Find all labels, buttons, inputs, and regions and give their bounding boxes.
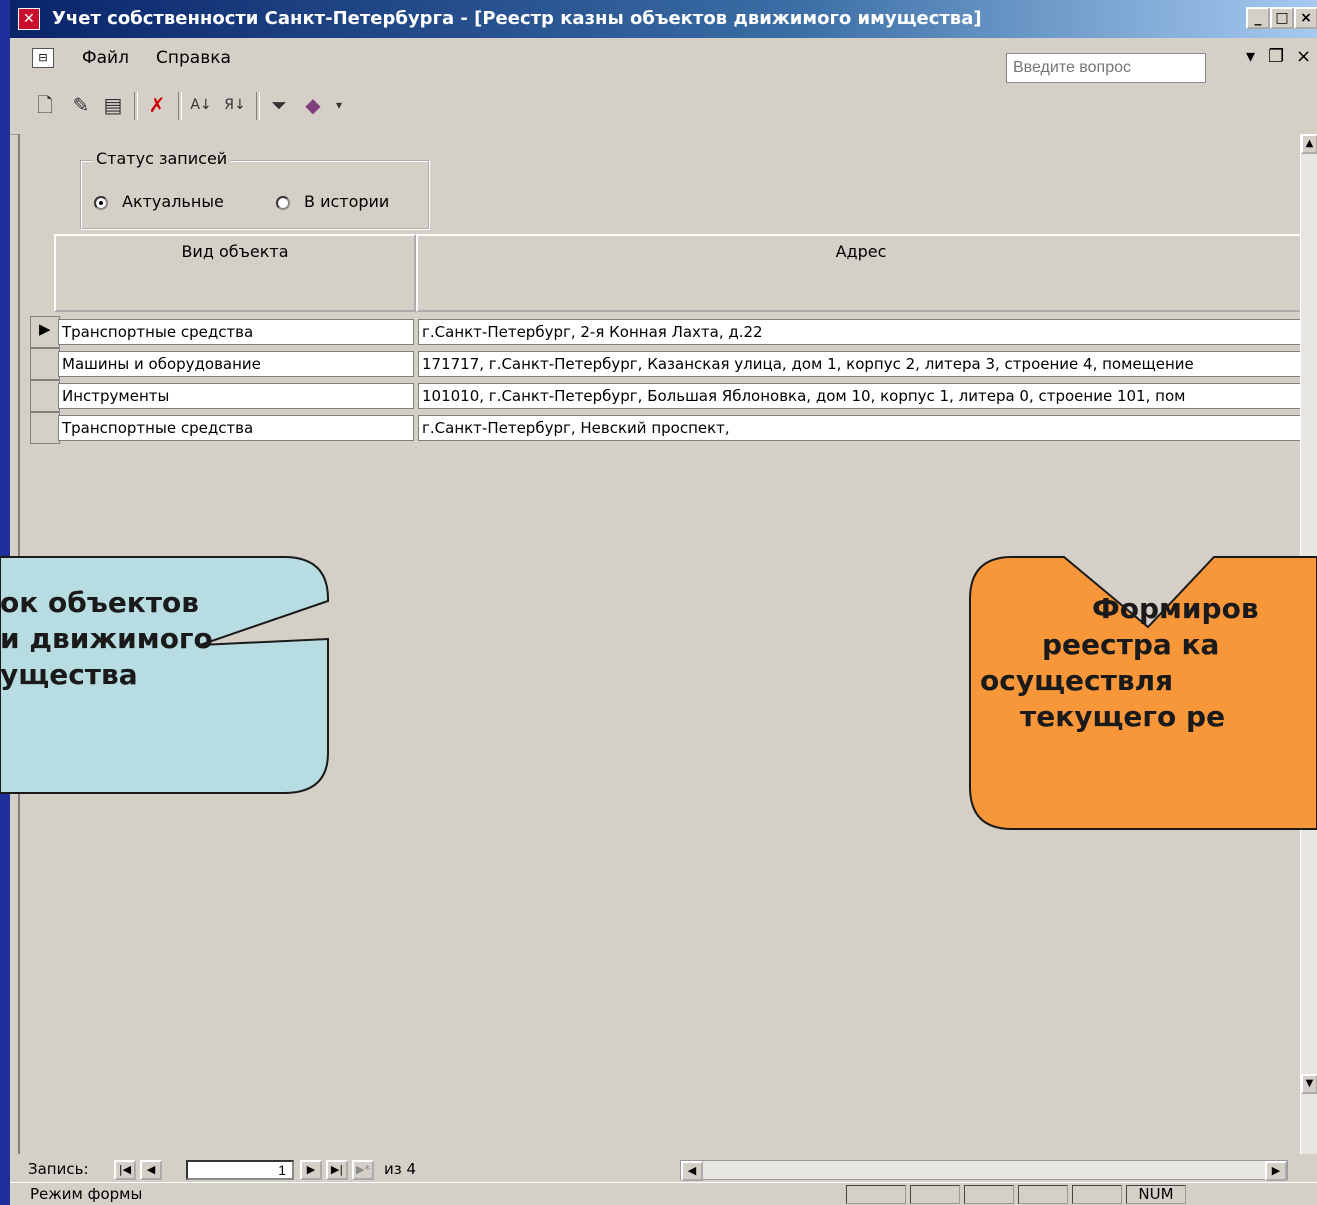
toolbar-overflow-icon[interactable]: ▾ [326,92,352,118]
record-total: из 4 [384,1160,417,1178]
menu-bar: ⊟ Файл Справка ▾ ❐ × [10,38,1317,83]
status-panel [964,1185,1014,1204]
new-record-nav-icon[interactable]: ▶* [352,1160,374,1180]
record-status-legend: Статус записей [92,149,232,168]
scroll-up-icon[interactable]: ▲ [1301,134,1317,154]
report-icon[interactable]: ◆ [300,92,326,118]
current-record-icon: ▶ [39,320,51,338]
toolbar-separator [178,92,182,120]
minimize-button[interactable]: _ [1246,7,1270,29]
num-lock-indicator: NUM [1126,1185,1186,1204]
status-panel [846,1185,906,1204]
right-callout: Формиров реестра ка осуществля текущего … [968,555,1317,831]
status-panel [1072,1185,1122,1204]
sort-asc-icon[interactable]: A↓ [188,92,214,118]
previous-record-icon[interactable]: ◀ [140,1160,162,1180]
properties-icon[interactable]: ▤ [100,92,126,118]
table-cell-kind[interactable]: Транспортные средства [58,415,414,441]
record-status-group: Статус записей Актуальные В истории [80,149,430,230]
next-record-icon[interactable]: ▶ [300,1160,322,1180]
right-callout-line-4: текущего ре [1020,700,1226,733]
last-record-icon[interactable]: ▶| [326,1160,348,1180]
restore-icon[interactable]: ❐ [1268,46,1284,67]
record-label: Запись: [28,1160,89,1178]
row-selector[interactable] [30,348,60,380]
record-number-input[interactable] [186,1160,294,1180]
radio-actual-label: Актуальные [122,192,224,211]
toolbar: 🗋 ✎ ▤ ✗ A↓ Я↓ ⏷ ◆ ▾ [10,78,1317,135]
table-cell-address[interactable]: г.Санкт-Петербург, Невский проспект, [418,415,1302,441]
title-bar: Учет собственности Санкт-Петербурга - [Р… [10,0,1317,38]
first-record-icon[interactable]: |◀ [114,1160,136,1180]
column-header-address[interactable]: Адрес [416,234,1306,312]
row-selector[interactable] [30,412,60,444]
table-cell-address[interactable]: 171717, г.Санкт-Петербург, Казанская ули… [418,351,1302,377]
radio-history-label: В истории [304,192,390,211]
scroll-right-icon[interactable]: ▶ [1265,1161,1287,1181]
table-cell-kind[interactable]: Инструменты [58,383,414,409]
menu-file[interactable]: Файл [82,48,129,68]
left-callout-line-3: ущества [0,658,138,691]
left-callout-line-2: и движимого [0,622,213,655]
right-callout-line-2: реестра ка [1042,628,1220,661]
window-title: Учет собственности Санкт-Петербурга - [Р… [52,8,982,29]
maximize-button[interactable]: □ [1270,7,1294,29]
app-icon[interactable] [18,0,40,38]
right-callout-line-3: осуществля [980,664,1174,697]
right-callout-line-1: Формиров [1092,592,1259,625]
table-cell-kind[interactable]: Транспортные средства [58,319,414,345]
filter-icon[interactable]: ⏷ [266,92,292,118]
table-cell-address[interactable]: 101010, г.Санкт-Петербург, Большая Яблон… [418,383,1302,409]
record-navigation: Запись: |◀ ◀ ▶ ▶| ▶* из 4 ◀ ▶ [10,1158,1317,1182]
menu-help[interactable]: Справка [156,48,231,68]
sort-desc-icon[interactable]: Я↓ [222,92,248,118]
delete-icon[interactable]: ✗ [144,92,170,118]
dropdown-arrow-icon[interactable]: ▾ [1246,46,1255,67]
status-panel [1018,1185,1068,1204]
status-bar: Режим формы NUM [10,1182,1317,1205]
horizontal-scrollbar[interactable]: ◀ ▶ [680,1160,1288,1181]
close-document-icon[interactable]: × [1296,46,1311,67]
scroll-left-icon[interactable]: ◀ [681,1161,703,1181]
toolbar-separator [134,92,138,120]
form-icon[interactable]: ⊟ [32,48,54,68]
radio-history[interactable]: В истории [276,192,389,211]
radio-actual[interactable]: Актуальные [94,192,224,211]
row-selector-current[interactable]: ▶ [30,316,60,348]
column-header-kind[interactable]: Вид объекта [54,234,416,312]
scroll-down-icon[interactable]: ▼ [1301,1074,1317,1094]
form-mode-text: Режим формы [30,1185,143,1203]
status-panel [910,1185,960,1204]
radio-checked-icon[interactable] [94,195,108,210]
close-button[interactable]: × [1294,7,1317,29]
radio-unchecked-icon[interactable] [276,195,290,210]
left-callout: ок объектов и движимого ущества [0,555,330,797]
left-callout-line-1: ок объектов [0,586,199,619]
table-cell-kind[interactable]: Машины и оборудование [58,351,414,377]
new-record-icon[interactable]: 🗋 [32,92,58,118]
edit-icon[interactable]: ✎ [68,92,94,118]
toolbar-separator [256,92,260,120]
table-cell-address[interactable]: г.Санкт-Петербург, 2-я Конная Лахта, д.2… [418,319,1302,345]
row-selector[interactable] [30,380,60,412]
